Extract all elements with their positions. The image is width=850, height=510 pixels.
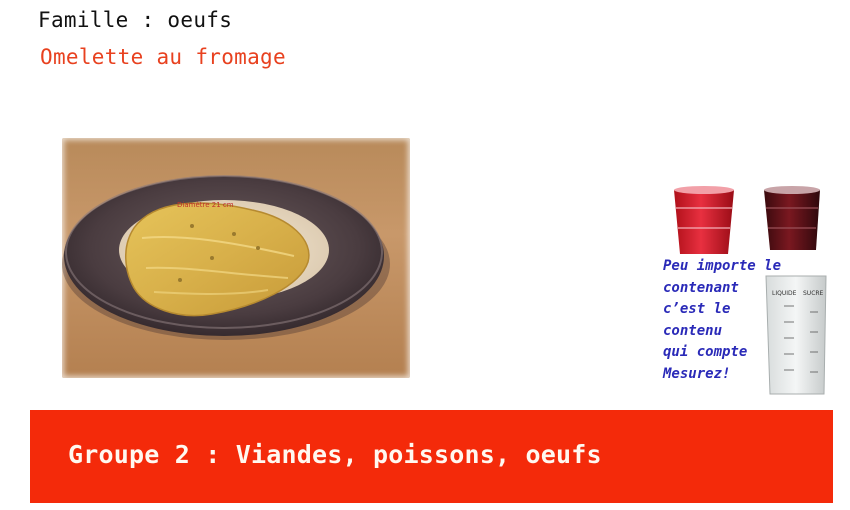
caption-line: Peu importe le bbox=[663, 258, 782, 274]
food-group-banner: Groupe 2 : Viandes, poissons, oeufs bbox=[30, 410, 833, 503]
family-label: Famille : oeufs bbox=[38, 8, 233, 32]
omelette-plate-image: Diamètre 21 cm bbox=[62, 175, 390, 340]
omelette-photo: Diamètre 21 cm bbox=[62, 138, 410, 378]
caption-line: contenant bbox=[663, 279, 739, 296]
dark-cup-icon bbox=[764, 186, 820, 250]
caption-line: c’est le bbox=[663, 301, 731, 317]
dish-title: Omelette au fromage bbox=[40, 45, 286, 69]
food-group-title: Groupe 2 : Viandes, poissons, oeufs bbox=[68, 440, 602, 469]
caption-line: Mesurez! bbox=[663, 365, 731, 382]
measure-caption: Peu importe le contenant c’est le conten… bbox=[663, 256, 838, 385]
caption-line: contenu bbox=[663, 322, 723, 339]
red-cup-icon bbox=[674, 186, 734, 254]
caption-line: qui compte bbox=[663, 344, 748, 360]
plate-diameter-label: Diamètre 21 cm bbox=[177, 201, 234, 209]
